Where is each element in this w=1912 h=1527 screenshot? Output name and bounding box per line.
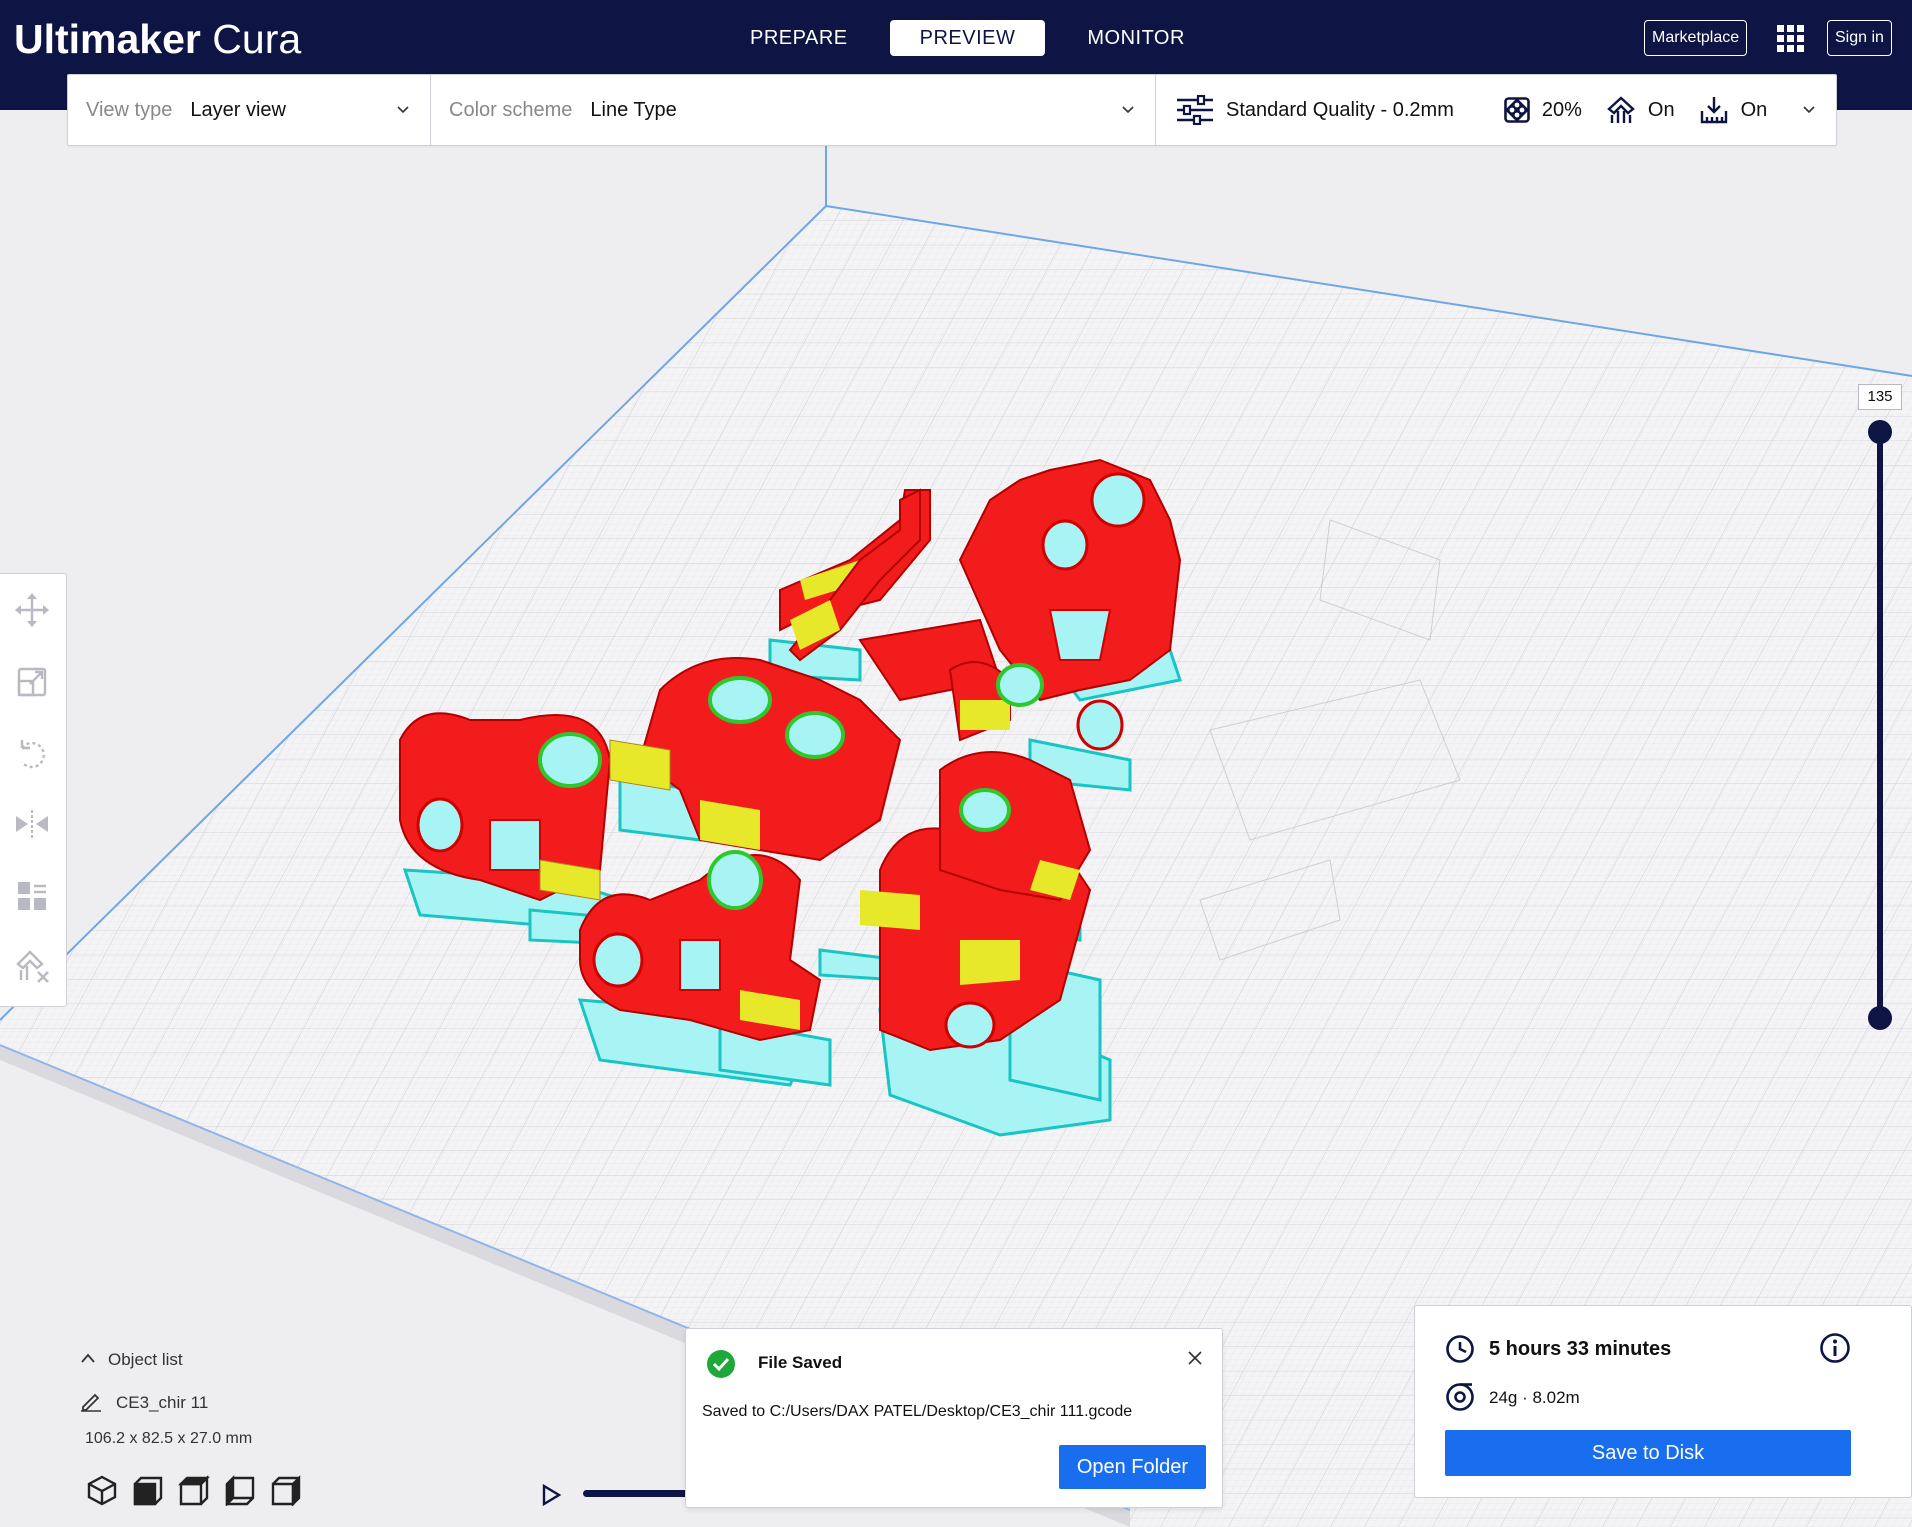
sign-in-button[interactable]: Sign in — [1827, 20, 1892, 56]
top-view-icon[interactable] — [178, 1474, 210, 1506]
path-scrubber[interactable] — [583, 1490, 693, 1497]
quality-profile: Standard Quality - 0.2mm — [1226, 98, 1454, 121]
print-time: 5 hours 33 minutes — [1489, 1338, 1672, 1360]
print-information-panel: 5 hours 33 minutes 24g · 8.02m Save to D… — [1414, 1305, 1912, 1498]
print-settings-panel[interactable]: Standard Quality - 0.2mm 20% On On — [1156, 75, 1836, 145]
check-circle-icon — [707, 1350, 735, 1378]
support-blocker-icon[interactable] — [12, 946, 52, 986]
play-icon[interactable] — [540, 1484, 562, 1506]
object-name: CE3_chir 11 — [116, 1393, 209, 1412]
pencil-icon — [81, 1393, 101, 1412]
color-scheme-label: Color scheme — [449, 98, 573, 121]
left-view-icon[interactable] — [224, 1474, 256, 1506]
material-usage: 24g · 8.02m — [1489, 1388, 1580, 1407]
object-list-title: Object list — [108, 1350, 183, 1369]
move-icon[interactable] — [12, 590, 52, 630]
support-icon — [1607, 96, 1635, 123]
adhesion-icon — [1700, 97, 1727, 124]
scale-icon[interactable] — [12, 662, 52, 702]
marketplace-button[interactable]: Marketplace — [1644, 20, 1748, 56]
info-icon[interactable] — [1819, 1332, 1851, 1364]
object-dimensions: 106.2 x 82.5 x 27.0 mm — [85, 1430, 253, 1447]
filament-spool-icon — [1446, 1383, 1474, 1411]
per-model-settings-icon[interactable] — [12, 876, 52, 916]
chevron-down-icon — [1803, 106, 1815, 114]
apps-grid-icon[interactable] — [1776, 24, 1806, 54]
camera-view-buttons — [86, 1474, 302, 1506]
mirror-icon[interactable] — [12, 804, 52, 844]
layer-slider-bottom-handle[interactable] — [1868, 1006, 1892, 1030]
app-logo: Ultimaker Cura — [14, 16, 302, 62]
object-list-toggle[interactable]: Object list — [80, 1350, 380, 1370]
support-value: On — [1647, 98, 1675, 121]
rotate-icon[interactable] — [12, 734, 52, 774]
settings-sliders-icon — [1177, 95, 1213, 125]
notification-message: Saved to C:/Users/DAX PATEL/Desktop/CE3_… — [702, 1403, 1133, 1420]
infill-value: 20% — [1541, 98, 1582, 121]
color-scheme-dropdown[interactable]: Color scheme Line Type — [431, 75, 1156, 145]
layer-slider-track[interactable] — [1877, 432, 1883, 1018]
right-view-icon[interactable] — [270, 1474, 302, 1506]
save-to-disk-button[interactable]: Save to Disk — [1445, 1430, 1851, 1476]
stage-tabs: PREPARE PREVIEW MONITOR — [720, 20, 1215, 56]
layer-number-field[interactable]: 135 — [1858, 384, 1902, 410]
front-view-icon[interactable] — [132, 1474, 164, 1506]
chevron-up-icon — [81, 1353, 95, 1363]
file-saved-notification: File Saved Saved to C:/Users/DAX PATEL/D… — [685, 1328, 1223, 1508]
view-type-dropdown[interactable]: View type Layer view — [68, 75, 431, 145]
adhesion-value: On — [1740, 98, 1768, 121]
tab-monitor[interactable]: MONITOR — [1057, 20, 1215, 56]
close-icon[interactable] — [1186, 1349, 1204, 1367]
infill-icon — [1504, 97, 1530, 123]
view-type-value: Layer view — [190, 98, 286, 121]
3d-view-icon[interactable] — [86, 1474, 118, 1506]
notification-title: File Saved — [758, 1353, 843, 1372]
tab-preview[interactable]: PREVIEW — [889, 20, 1046, 56]
preview-toolbar: View type Layer view Color scheme Line T… — [67, 74, 1837, 146]
color-scheme-value: Line Type — [590, 98, 677, 121]
layer-slider-top-handle[interactable] — [1868, 420, 1892, 444]
chevron-down-icon — [397, 106, 409, 114]
transform-toolbar — [0, 573, 67, 1007]
tab-prepare[interactable]: PREPARE — [720, 20, 878, 56]
object-list-item[interactable]: CE3_chir 11 — [80, 1390, 380, 1413]
clock-icon — [1446, 1335, 1474, 1363]
view-type-label: View type — [86, 98, 173, 121]
chevron-down-icon — [1122, 106, 1134, 114]
cura-window: Ultimaker Cura PREPARE PREVIEW MONITOR M… — [0, 0, 1912, 1527]
open-folder-button[interactable]: Open Folder — [1058, 1445, 1206, 1489]
